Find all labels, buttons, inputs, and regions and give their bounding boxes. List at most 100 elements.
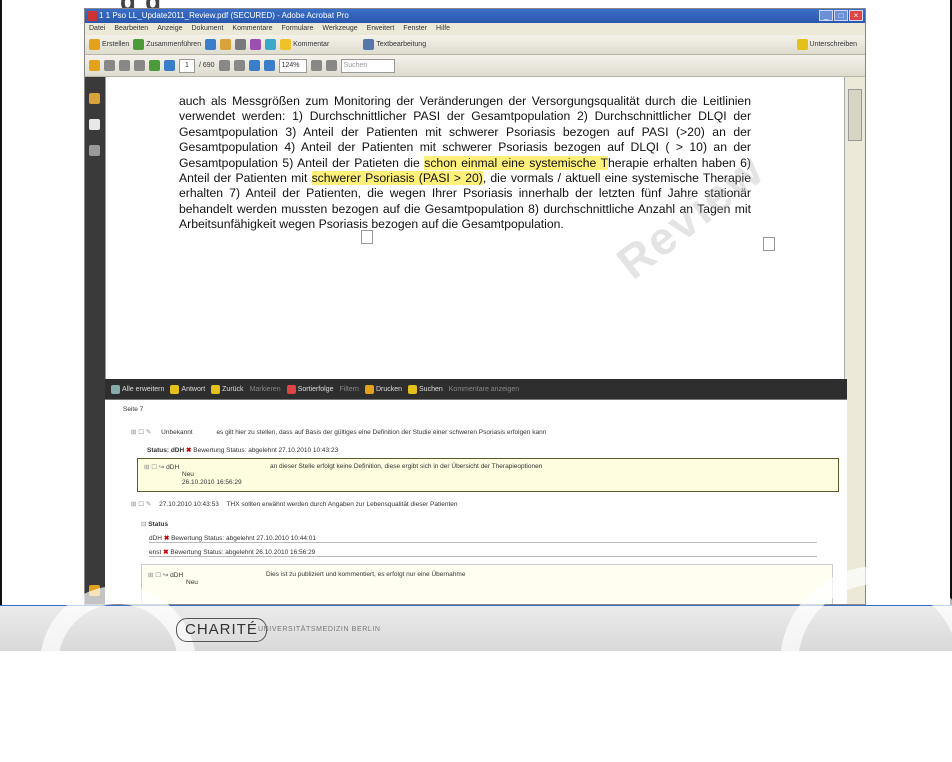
reply-text: Dies ist zu publiziert und kommentiert, … — [266, 571, 466, 578]
scrollbar-thumb[interactable] — [848, 89, 862, 141]
email-icon[interactable] — [134, 60, 145, 71]
menu-bar: Datei Bearbeiten Anzeige Dokument Kommen… — [85, 23, 865, 35]
status-entry: dDH ✖ Bewertung Status: abgelehnt 27.10.… — [149, 534, 817, 543]
reply-meta: Neu — [186, 579, 198, 586]
menu-dokument[interactable]: Dokument — [192, 23, 224, 35]
select-tool-icon[interactable] — [218, 60, 230, 71]
highlight-annotation-2[interactable]: schwerer Psoriasis (PASI > 20) — [311, 171, 483, 186]
create-icon — [89, 39, 100, 50]
reply-comment-box[interactable]: ⊞ ☐ ↪ dDH Neu Dies ist zu publiziert und… — [141, 564, 833, 604]
reply-comment-box[interactable]: ⊞ ☐ ↪ dDH Neu 26.10.2010 16:56:29 an die… — [137, 458, 839, 492]
main-toolbar: Erstellen Zusammenführen Kommentar Textb… — [85, 35, 865, 55]
filter-button[interactable]: Filtern — [339, 386, 358, 393]
menu-formulare[interactable]: Formulare — [281, 23, 313, 35]
zoom-out-icon[interactable] — [248, 60, 260, 71]
show-comments-button[interactable]: Kommentare anzeigen — [449, 386, 519, 393]
comments-page-header[interactable]: Seite 7 — [123, 406, 143, 413]
open-icon[interactable] — [89, 60, 100, 71]
status-header[interactable]: ⊟ Status — [141, 520, 168, 528]
close-button[interactable]: × — [849, 10, 863, 21]
hand-tool-icon[interactable] — [233, 60, 245, 71]
reply-header: ⊞ ☐ ↪ dDH — [148, 571, 183, 579]
expand-icon[interactable]: ⊞ ☐ — [148, 572, 161, 579]
secure-button[interactable] — [220, 39, 232, 50]
lock-icon[interactable] — [89, 93, 100, 104]
menu-erweitert[interactable]: Erweitert — [367, 23, 395, 35]
back-button[interactable]: Zurück — [211, 384, 244, 394]
sign-button[interactable]: Unterschreiben — [796, 39, 857, 50]
rejected-icon: ✖ — [163, 549, 169, 556]
lock-icon — [220, 39, 232, 50]
sticky-note-icon[interactable] — [361, 230, 373, 244]
reply-icon: ↪ — [158, 464, 165, 471]
zoom-field[interactable]: 124% — [278, 58, 307, 73]
reply-icon — [170, 384, 180, 394]
comment-icon — [280, 39, 292, 50]
acrobat-app-icon — [87, 11, 97, 21]
menu-datei[interactable]: Datei — [89, 23, 105, 35]
search-icon — [408, 384, 418, 394]
pages-icon[interactable] — [89, 119, 100, 130]
mark-button[interactable]: Markieren — [250, 386, 281, 393]
multimedia-button[interactable] — [265, 39, 277, 50]
share-button[interactable] — [205, 39, 217, 50]
comment-item[interactable]: ⊞ ☐ ✎ Unbekannt es gilt hier zu stellen,… — [131, 428, 546, 436]
expand-icon[interactable]: ⊞ — [131, 429, 136, 436]
search-input[interactable]: Suchen — [340, 58, 395, 73]
comment-button[interactable]: Kommentar — [280, 39, 329, 50]
window-controls: _ □ × — [819, 10, 863, 21]
sticky-note-icon[interactable] — [763, 237, 775, 251]
navigation-toolbar: 1 / 690 124% Suchen — [85, 55, 865, 77]
prev-page-icon[interactable] — [149, 60, 160, 71]
print-comments-button[interactable]: Drucken — [364, 384, 402, 394]
comment-author: Unbekannt — [161, 429, 193, 436]
save-icon[interactable] — [104, 60, 115, 71]
comment-item[interactable]: ⊞ ☐ ✎ 27.10.2010 10:43:53 THX sollten er… — [131, 500, 458, 508]
text-edit-button[interactable]: Textbearbeitung — [363, 39, 426, 50]
menu-kommentare[interactable]: Kommentare — [232, 23, 272, 35]
search-comments-button[interactable]: Suchen — [408, 384, 443, 394]
next-page-icon[interactable] — [164, 60, 175, 71]
collapse-icon[interactable]: ⊟ — [141, 521, 146, 528]
attachments-icon[interactable] — [89, 145, 100, 156]
document-paragraph[interactable]: auch als Messgrößen zum Monitoring der V… — [179, 94, 751, 233]
expand-icon[interactable]: ⊞ — [131, 501, 136, 508]
expand-all-button[interactable]: Alle erweitern — [111, 384, 164, 394]
menu-werkzeuge[interactable]: Werkzeuge — [322, 23, 357, 35]
sign-tool-button[interactable] — [235, 39, 247, 50]
reply-icon: ↪ — [162, 572, 169, 579]
expand-icon[interactable]: ⊞ ☐ — [144, 464, 157, 471]
window-titlebar: 1 1 Pso LL_Update2011_Review.pdf (SECURE… — [85, 9, 865, 23]
highlight-annotation-1[interactable]: schon einmal eine systemische T — [424, 155, 609, 170]
fit-page-icon[interactable] — [310, 60, 322, 71]
reply-button[interactable]: Antwort — [170, 384, 205, 394]
page-number-input[interactable]: 1 — [179, 58, 195, 73]
forms-button[interactable] — [250, 39, 262, 50]
note-icon: ✎ — [145, 429, 152, 436]
menu-hilfe[interactable]: Hilfe — [436, 23, 450, 35]
sort-icon — [286, 384, 296, 394]
minimize-button[interactable]: _ — [819, 10, 833, 21]
comments-toolbar: Alle erweitern Antwort Zurück Markieren … — [105, 379, 847, 399]
multimedia-icon — [265, 39, 277, 50]
comment-text: es gilt hier zu stellen, dass auf Basis … — [216, 429, 547, 436]
back-icon — [211, 384, 221, 394]
checkbox-icon[interactable]: ☐ — [138, 501, 144, 508]
menu-fenster[interactable]: Fenster — [403, 23, 427, 35]
create-button[interactable]: Erstellen — [89, 39, 129, 50]
sign-icon — [796, 39, 808, 50]
text-edit-icon — [363, 39, 375, 50]
menu-bearbeiten[interactable]: Bearbeiten — [114, 23, 148, 35]
menu-anzeige[interactable]: Anzeige — [157, 23, 182, 35]
combine-button[interactable]: Zusammenführen — [133, 39, 201, 50]
window-title: 1 1 Pso LL_Update2011_Review.pdf (SECURE… — [99, 11, 349, 20]
slide-footer — [0, 566, 952, 762]
checkbox-icon[interactable]: ☐ — [138, 429, 144, 436]
fit-width-icon[interactable] — [325, 60, 337, 71]
vertical-scrollbar[interactable] — [844, 77, 865, 604]
expand-icon — [111, 384, 120, 394]
print-icon[interactable] — [119, 60, 130, 71]
sort-button[interactable]: Sortierfolge — [286, 384, 333, 394]
maximize-button[interactable]: □ — [834, 10, 848, 21]
zoom-in-icon[interactable] — [263, 60, 275, 71]
